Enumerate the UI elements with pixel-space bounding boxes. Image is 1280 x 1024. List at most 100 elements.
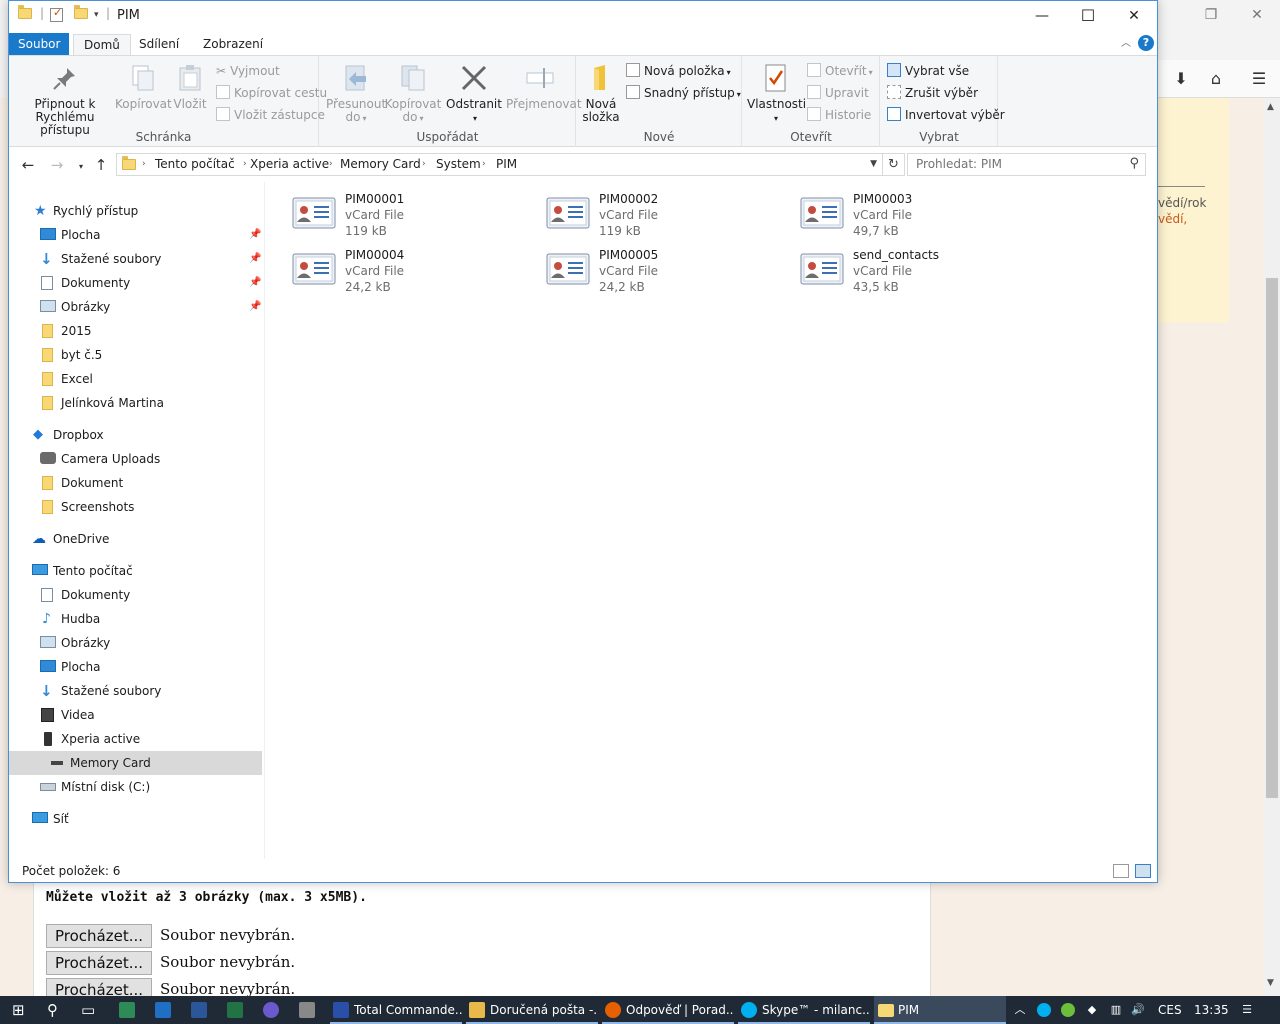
chevron-right-icon[interactable]: › bbox=[142, 159, 146, 169]
file-tile[interactable]: PIM00005 vCard File 24,2 kB bbox=[527, 248, 777, 300]
back-arrow-icon[interactable]: ← bbox=[18, 155, 38, 175]
copy-to-button[interactable]: Kopírovat do ▾ bbox=[383, 62, 443, 125]
app-icon[interactable] bbox=[263, 1002, 279, 1018]
paste-button[interactable]: Vložit bbox=[170, 62, 210, 111]
move-to-button[interactable]: Přesunout do ▾ bbox=[326, 62, 386, 125]
pin-quick-access-button[interactable]: Připnout k Rychlému přístupu bbox=[14, 62, 116, 137]
nav-item-memory-card[interactable]: Memory Card bbox=[9, 751, 262, 775]
notifications-icon[interactable]: ☰ bbox=[1240, 1003, 1254, 1017]
tray-expand-icon[interactable]: ︿ bbox=[1013, 1003, 1027, 1017]
properties-button[interactable]: Vlastnosti ▾ bbox=[747, 62, 806, 125]
chevron-right-icon[interactable]: › bbox=[422, 159, 426, 169]
nav-item-folder-2015[interactable]: 2015 bbox=[9, 319, 262, 343]
taskbar-mail[interactable]: Doručená pošta -... bbox=[466, 996, 598, 1024]
pin-icon[interactable]: 📌 bbox=[249, 271, 261, 295]
open-button[interactable]: Otevřít ▾ bbox=[807, 61, 873, 81]
language-indicator[interactable]: CES bbox=[1158, 996, 1182, 1024]
history-button[interactable]: Historie bbox=[807, 105, 871, 125]
chevron-right-icon[interactable]: › bbox=[329, 159, 333, 169]
easy-access-button[interactable]: Snadný přístup ▾ bbox=[626, 83, 741, 103]
close-button[interactable]: ✕ bbox=[1111, 1, 1157, 31]
app-icon[interactable] bbox=[119, 1002, 135, 1018]
address-bar[interactable]: › Tento počítač › Xperia active › Memory… bbox=[116, 153, 883, 176]
new-item-button[interactable]: Nová položka ▾ bbox=[626, 61, 731, 81]
nav-item-videos[interactable]: Videa bbox=[9, 703, 262, 727]
tray-app-icon[interactable] bbox=[1061, 1003, 1075, 1017]
forward-arrow-icon[interactable]: → bbox=[47, 155, 67, 175]
nav-item-screenshots[interactable]: Screenshots bbox=[9, 495, 262, 519]
large-icons-view-icon[interactable] bbox=[1135, 864, 1151, 878]
tab-home[interactable]: Domů bbox=[73, 34, 131, 55]
nav-item-folder-byt[interactable]: byt č.5 bbox=[9, 343, 262, 367]
details-view-icon[interactable] bbox=[1113, 864, 1129, 878]
recent-locations-icon[interactable]: ▾ bbox=[71, 157, 91, 177]
nav-item-pc-desktop[interactable]: Plocha bbox=[9, 655, 262, 679]
file-tile[interactable]: PIM00003 vCard File 49,7 kB bbox=[781, 192, 1031, 244]
scroll-down-icon[interactable]: ▼ bbox=[1267, 978, 1274, 988]
nav-item-downloads[interactable]: ↓ Stažené soubory 📌 bbox=[9, 247, 262, 271]
file-tile[interactable]: send_contacts vCard File 43,5 kB bbox=[781, 248, 1031, 300]
info-link[interactable]: vědí, bbox=[1158, 212, 1187, 226]
nav-quick-access[interactable]: ★ Rychlý přístup bbox=[9, 199, 262, 223]
task-view-icon[interactable]: ▭ bbox=[81, 996, 95, 1024]
chevron-right-icon[interactable]: › bbox=[482, 159, 486, 169]
maximize-button[interactable]: ☐ bbox=[1065, 1, 1111, 31]
select-all-button[interactable]: Vybrat vše bbox=[887, 61, 969, 81]
rename-button[interactable]: Přejmenovat bbox=[506, 62, 582, 111]
cut-button[interactable]: ✂ Vyjmout bbox=[216, 61, 280, 81]
new-folder-quick-icon[interactable] bbox=[74, 5, 90, 24]
start-icon[interactable]: ⊞ bbox=[12, 996, 25, 1024]
copy-button[interactable]: Kopírovat bbox=[115, 62, 172, 111]
breadcrumb-system[interactable]: System bbox=[436, 157, 481, 171]
pin-icon[interactable]: 📌 bbox=[249, 223, 261, 247]
help-icon[interactable]: ? bbox=[1138, 35, 1154, 51]
nav-item-xperia[interactable]: Xperia active bbox=[9, 727, 262, 751]
invert-selection-button[interactable]: Invertovat výběr bbox=[887, 105, 1005, 125]
breadcrumb-memory-card[interactable]: Memory Card bbox=[340, 157, 421, 171]
address-dropdown-icon[interactable]: ▼ bbox=[870, 159, 877, 169]
tab-file[interactable]: Soubor bbox=[9, 33, 70, 55]
nav-item-pc-downloads[interactable]: ↓ Stažené soubory bbox=[9, 679, 262, 703]
delete-button[interactable]: Odstranit ▾ bbox=[446, 62, 502, 125]
nav-item-pc-pictures[interactable]: Obrázky bbox=[9, 631, 262, 655]
app-icon[interactable] bbox=[299, 1002, 315, 1018]
volume-icon[interactable]: 🔊 bbox=[1131, 1003, 1145, 1017]
nav-item-music[interactable]: ♪ Hudba bbox=[9, 607, 262, 631]
new-folder-button[interactable]: Nová složka bbox=[581, 62, 621, 124]
taskbar-firefox[interactable]: Odpověď | Porad... bbox=[602, 996, 734, 1024]
nav-network[interactable]: Síť bbox=[9, 807, 262, 831]
taskbar-skype[interactable]: Skype™ - milanc... bbox=[738, 996, 870, 1024]
taskbar-explorer-pim[interactable]: PIM bbox=[874, 996, 1006, 1024]
browse-button[interactable]: Procházet... bbox=[46, 951, 152, 975]
tab-view[interactable]: Zobrazení bbox=[193, 34, 273, 55]
menu-icon[interactable]: ☰ bbox=[1248, 68, 1270, 90]
browse-button[interactable]: Procházet... bbox=[46, 924, 152, 948]
nav-item-dropbox-document[interactable]: Dokument bbox=[9, 471, 262, 495]
select-none-button[interactable]: Zrušit výběr bbox=[887, 83, 978, 103]
file-tile[interactable]: PIM00001 vCard File 119 kB bbox=[273, 192, 523, 244]
breadcrumb-xperia[interactable]: Xperia active bbox=[250, 157, 329, 171]
nav-dropbox[interactable]: ◆ Dropbox bbox=[9, 423, 262, 447]
search-icon[interactable]: ⚲ bbox=[1129, 156, 1139, 171]
up-arrow-icon[interactable]: ↑ bbox=[91, 155, 111, 175]
clock[interactable]: 13:35 bbox=[1194, 996, 1229, 1024]
scroll-up-icon[interactable]: ▲ bbox=[1267, 102, 1274, 112]
nav-item-pc-documents[interactable]: Dokumenty bbox=[9, 583, 262, 607]
edit-button[interactable]: Upravit bbox=[807, 83, 869, 103]
file-tile[interactable]: PIM00004 vCard File 24,2 kB bbox=[273, 248, 523, 300]
dropbox-tray-icon[interactable]: ◆ bbox=[1085, 1003, 1099, 1017]
nav-item-pictures[interactable]: Obrázky 📌 bbox=[9, 295, 262, 319]
minimize-button[interactable]: — bbox=[1019, 1, 1065, 31]
collapse-ribbon-icon[interactable]: ︿ bbox=[1121, 34, 1131, 49]
search-input[interactable] bbox=[916, 157, 1116, 171]
nav-item-desktop[interactable]: Plocha 📌 bbox=[9, 223, 262, 247]
chevron-right-icon[interactable]: › bbox=[243, 159, 247, 169]
edge-icon[interactable] bbox=[155, 1002, 171, 1018]
breadcrumb-pim[interactable]: PIM bbox=[496, 157, 517, 171]
pin-icon[interactable]: 📌 bbox=[249, 247, 261, 271]
pin-icon[interactable]: 📌 bbox=[249, 295, 261, 319]
file-tile[interactable]: PIM00002 vCard File 119 kB bbox=[527, 192, 777, 244]
scrollbar-thumb[interactable] bbox=[1266, 278, 1278, 798]
search-box[interactable]: ⚲ bbox=[907, 153, 1146, 176]
paste-shortcut-button[interactable]: Vložit zástupce bbox=[216, 105, 325, 125]
